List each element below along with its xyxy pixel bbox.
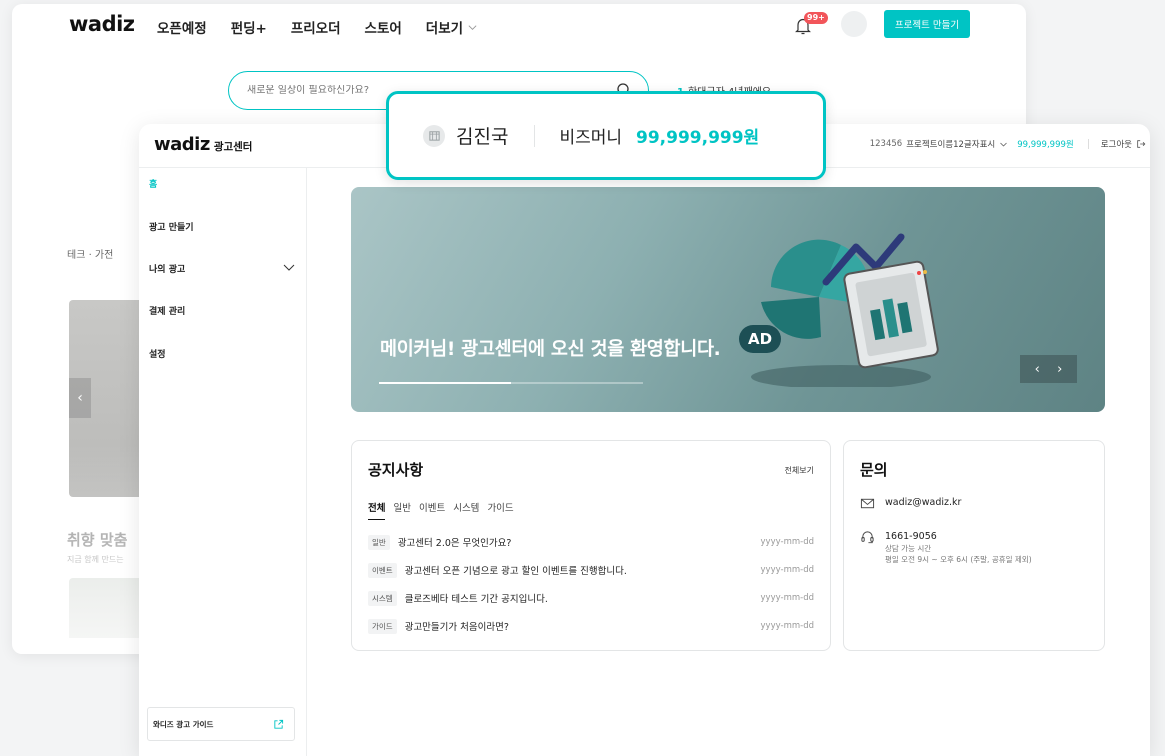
mail-icon: [860, 498, 875, 509]
list-item[interactable]: 이벤트 광고센터 오픈 기념으로 광고 할인 이벤트를 진행합니다. yyyy-…: [368, 561, 814, 579]
inquiry-email[interactable]: wadiz@wadiz.kr: [860, 496, 961, 511]
sidebar-item-create-ad[interactable]: 광고 만들기: [149, 220, 194, 233]
headset-icon: [861, 531, 874, 544]
banner-title: 메이커님! 광고센터에 오신 것을 환영합니다.: [380, 339, 721, 360]
list-item[interactable]: 일반 광고센터 2.0은 무엇인가요? yyyy-mm-dd: [368, 533, 814, 551]
tab-system[interactable]: 시스템: [453, 500, 479, 520]
notice-title: 공지사항: [368, 461, 424, 479]
notice-tag: 이벤트: [368, 562, 397, 578]
email-address: wadiz@wadiz.kr: [885, 497, 962, 508]
building-icon: [423, 124, 445, 147]
logout-label: 로그아웃: [1100, 140, 1132, 150]
phone-info: 1661-9056 상담 가능 시간 평일 오전 9시 ~ 오후 6시 (주말,…: [885, 530, 1032, 565]
notice-date: yyyy-mm-dd: [760, 593, 814, 603]
notice-tag: 시스템: [368, 590, 397, 606]
phone-number[interactable]: 1661-9056: [885, 530, 1032, 543]
logout-icon: [1137, 140, 1146, 148]
sidebar-item-home[interactable]: 홈: [149, 177, 157, 190]
create-project-button[interactable]: 프로젝트 만들기: [884, 10, 970, 38]
notice-tag: 일반: [368, 534, 390, 550]
bizmoney-balance[interactable]: 99,999,999원: [1017, 138, 1074, 150]
hours-label: 상담 가능 시간: [885, 544, 932, 553]
sidebar-item-my-ads[interactable]: 나의 광고: [149, 262, 185, 275]
menu-store[interactable]: 스토어: [365, 17, 402, 37]
bizmoney-label: 비즈머니: [559, 128, 623, 148]
inquiry-card: 문의 wadiz@wadiz.kr 1661-9056 상담 가능 시간 평일 …: [843, 440, 1105, 651]
sidebar: 홈 광고 만들기 나의 광고 결제 관리 설정 와디즈 광고 가이드: [139, 168, 307, 756]
list-item[interactable]: 가이드 광고만들기가 처음이라면? yyyy-mm-dd: [368, 617, 814, 635]
hours-text: 평일 오전 9시 ~ 오후 6시 (주말, 공휴일 제외): [885, 555, 1032, 564]
notice-text: 광고센터 오픈 기념으로 광고 할인 이벤트를 진행합니다.: [404, 566, 627, 577]
section-title: 취향 맞춤: [67, 531, 128, 549]
view-all-link[interactable]: 전체보기: [785, 465, 814, 476]
banner-progress-fill: [379, 382, 511, 384]
project-selector[interactable]: 프로젝트이름12글자표시: [906, 138, 995, 150]
notice-text: 클로즈베타 테스트 기간 공지입니다.: [404, 594, 548, 605]
logout-button[interactable]: 로그아웃: [1101, 138, 1146, 150]
banner-nav: ‹ ›: [1020, 355, 1077, 383]
header-right: 123456 프로젝트이름12글자표시 99,999,999원 로그아웃: [870, 138, 1150, 150]
sidebar-item-billing[interactable]: 결제 관리: [149, 304, 185, 317]
logo-subtitle: 광고센터: [213, 141, 253, 153]
tab-guide[interactable]: 가이드: [487, 500, 513, 520]
tab-event[interactable]: 이벤트: [419, 500, 445, 520]
tab-general[interactable]: 일반: [393, 500, 410, 520]
menu-more[interactable]: 더보기: [426, 17, 478, 37]
section-subtitle: 지금 함께 만드는: [67, 555, 124, 564]
notice-tabs: 전체 일반 이벤트 시스템 가이드: [368, 500, 514, 520]
notice-date: yyyy-mm-dd: [760, 621, 814, 631]
notice-card: 공지사항 전체보기 전체 일반 이벤트 시스템 가이드 일반 광고센터 2.0은…: [351, 440, 831, 651]
menu-preorder[interactable]: 프리오더: [291, 17, 341, 37]
welcome-banner[interactable]: AD 메이커님! 광고센터에 오신 것을 환영합니다. ‹ ›: [351, 187, 1105, 412]
carousel-prev-button[interactable]: ‹: [69, 378, 91, 418]
inquiry-phone: 1661-9056 상담 가능 시간 평일 오전 9시 ~ 오후 6시 (주말,…: [860, 530, 1032, 565]
list-item[interactable]: 시스템 클로즈베타 테스트 기간 공지입니다. yyyy-mm-dd: [368, 589, 814, 607]
bizmoney-amount[interactable]: 99,999,999원: [636, 123, 759, 148]
category-label[interactable]: 테크 · 가전: [67, 246, 113, 261]
notice-text: 광고만들기가 처음이라면?: [404, 622, 509, 633]
menu-open-soon[interactable]: 오픈예정: [157, 17, 207, 37]
ad-center-window: wadiz 광고센터 123456 프로젝트이름12글자표시 99,999,99…: [139, 124, 1150, 756]
bizmoney-highlight: 김진국 비즈머니 99,999,999원: [386, 91, 826, 180]
project-id: 123456: [869, 139, 903, 149]
sidebar-item-settings[interactable]: 설정: [149, 347, 166, 360]
banner-next-button[interactable]: ›: [1057, 362, 1062, 377]
ad-badge-text: AD: [748, 330, 772, 348]
logo-wordmark: wadiz: [154, 134, 210, 155]
avatar[interactable]: [841, 11, 867, 37]
menu-more-label: 더보기: [425, 21, 464, 37]
ad-analytics-illustration: AD: [739, 233, 939, 387]
wadiz-logo[interactable]: wadiz: [69, 12, 135, 36]
menu-funding[interactable]: 펀딩+: [231, 17, 267, 37]
chevron-down-icon[interactable]: [283, 261, 295, 273]
external-link-icon: [274, 719, 284, 729]
chevron-down-icon[interactable]: [999, 140, 1008, 149]
banner-prev-button[interactable]: ‹: [1035, 362, 1040, 377]
divider: [1087, 139, 1089, 149]
main-menu: 오픈예정 펀딩+ 프리오더 스토어 더보기: [157, 17, 478, 37]
notice-date: yyyy-mm-dd: [760, 565, 814, 575]
user-name: 김진국: [456, 126, 509, 148]
notice-tag: 가이드: [368, 618, 397, 634]
tab-all[interactable]: 전체: [368, 500, 386, 520]
divider: [534, 124, 536, 147]
main-nav: wadiz 오픈예정 펀딩+ 프리오더 스토어 더보기 99+ 프로젝트 만들기: [12, 4, 1026, 46]
inquiry-title: 문의: [860, 461, 888, 479]
notification-badge: 99+: [804, 12, 828, 24]
chevron-down-icon: [468, 24, 477, 30]
ad-guide-label: 와디즈 광고 가이드: [153, 719, 214, 729]
ad-center-logo[interactable]: wadiz 광고센터: [154, 134, 252, 155]
ad-guide-link[interactable]: 와디즈 광고 가이드: [147, 707, 295, 741]
notice-date: yyyy-mm-dd: [760, 537, 814, 547]
notice-text: 광고센터 2.0은 무엇인가요?: [397, 538, 512, 549]
